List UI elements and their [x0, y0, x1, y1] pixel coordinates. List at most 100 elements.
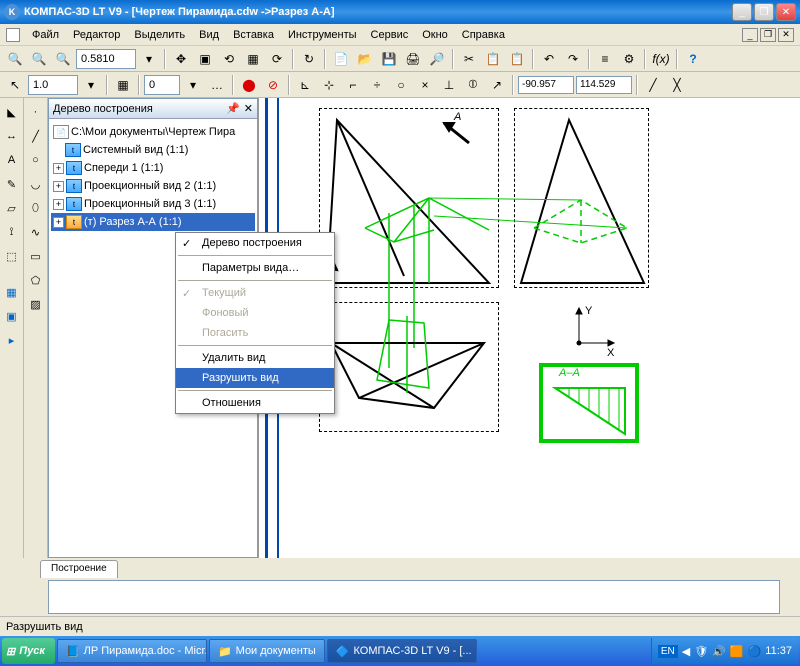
mdi-close[interactable]: ✕ [778, 28, 794, 42]
variables-icon[interactable]: f(x) [650, 48, 672, 70]
mdi-restore[interactable]: ❐ [760, 28, 776, 42]
arc-icon[interactable]: ◡ [26, 174, 46, 194]
view-icon[interactable]: ▣ [2, 306, 22, 326]
ctx-params[interactable]: Параметры вида… [176, 258, 334, 278]
zoom-prev-icon[interactable]: ⟲ [218, 48, 240, 70]
undo-icon[interactable]: ↶ [538, 48, 560, 70]
menu-insert[interactable]: Вставка [227, 27, 280, 43]
redo-icon[interactable]: ↷ [562, 48, 584, 70]
edit-icon[interactable]: ✎ [2, 174, 22, 194]
circle-icon[interactable]: ○ [26, 150, 46, 170]
lang-indicator[interactable]: EN [658, 645, 678, 658]
preview-icon[interactable]: 🔎 [426, 48, 448, 70]
menu-view[interactable]: Вид [193, 27, 225, 43]
props-icon[interactable]: ⚙ [618, 48, 640, 70]
menu-file[interactable]: Файл [26, 27, 65, 43]
minimize-button[interactable]: _ [732, 3, 752, 21]
poly-icon[interactable]: ⬠ [26, 270, 46, 290]
task-word[interactable]: 📘ЛР Пирамида.doc - Micr... [57, 639, 207, 663]
paste-icon[interactable]: 📋 [506, 48, 528, 70]
menu-edit[interactable]: Редактор [67, 27, 126, 43]
close-button[interactable]: ✕ [776, 3, 796, 21]
zoom-dropdown-icon[interactable]: ▾ [138, 48, 160, 70]
open-icon[interactable]: 📂 [354, 48, 376, 70]
ellipse-icon[interactable]: ⬯ [26, 198, 46, 218]
new-icon[interactable]: 📄 [330, 48, 352, 70]
zoom-all-icon[interactable]: ▦ [242, 48, 264, 70]
measure-icon[interactable]: ⟟ [2, 222, 22, 242]
menu-service[interactable]: Сервис [365, 27, 415, 43]
coord-y[interactable]: 114.529 [576, 76, 632, 94]
scale-drop-icon[interactable]: ▾ [80, 74, 102, 96]
layers-icon[interactable]: ≡ [594, 48, 616, 70]
drawing-canvas[interactable]: А А [258, 98, 800, 558]
menu-window[interactable]: Окно [416, 27, 454, 43]
cursor-icon[interactable]: ↖ [4, 74, 26, 96]
hatch-style-icon[interactable]: ╳ [666, 74, 688, 96]
expand-icon[interactable]: + [53, 163, 64, 174]
zoom-out-icon[interactable]: 🔍 [52, 48, 74, 70]
layer-drop-icon[interactable]: ▾ [182, 74, 204, 96]
rotate-icon[interactable]: ⟳ [266, 48, 288, 70]
refresh-icon[interactable]: ↻ [298, 48, 320, 70]
menu-help[interactable]: Справка [456, 27, 511, 43]
fit-icon[interactable]: ▣ [194, 48, 216, 70]
tree-root[interactable]: 📄 C:\Мои документы\Чертеж Пира [51, 123, 255, 141]
tray-icon[interactable]: 🛡 [694, 645, 708, 658]
local-cs-icon[interactable]: ↗ [486, 74, 508, 96]
hatch-icon[interactable]: ▨ [26, 294, 46, 314]
snap-center-icon[interactable]: ○ [390, 74, 412, 96]
spline-icon[interactable]: ∿ [26, 222, 46, 242]
zoom-in-icon[interactable]: 🔍 [28, 48, 50, 70]
expand-icon[interactable]: + [53, 217, 64, 228]
arrow-icon[interactable]: ▸ [2, 330, 22, 350]
rect-icon[interactable]: ▭ [26, 246, 46, 266]
snap-mid-icon[interactable]: ÷ [366, 74, 388, 96]
snap-perp-icon[interactable]: ⊥ [438, 74, 460, 96]
save-icon[interactable]: 💾 [378, 48, 400, 70]
tree-item-system[interactable]: t Системный вид (1:1) [51, 141, 255, 159]
layer-mgr-icon[interactable]: … [206, 74, 228, 96]
point-icon[interactable]: · [26, 102, 46, 122]
param-icon[interactable]: ▱ [2, 198, 22, 218]
copy-icon[interactable]: 📋 [482, 48, 504, 70]
layer-input[interactable] [144, 75, 180, 95]
text-icon[interactable]: A [2, 150, 22, 170]
maximize-button[interactable]: ❐ [754, 3, 774, 21]
menu-select[interactable]: Выделить [128, 27, 191, 43]
tree-item-section[interactable]: + t (т) Разрез А-А (1:1) [51, 213, 255, 231]
task-explorer[interactable]: 📁Мои документы [209, 639, 325, 663]
clock[interactable]: 11:37 [765, 645, 792, 657]
start-button[interactable]: ⊞ Пуск [2, 638, 55, 664]
tree-close-icon[interactable]: ✕ [244, 102, 253, 115]
tray-icon[interactable]: 🟧 [730, 645, 744, 658]
dim-icon[interactable]: ↔ [2, 126, 22, 146]
tree-item-proj2[interactable]: + t Проекционный вид 2 (1:1) [51, 177, 255, 195]
expand-icon[interactable]: + [53, 199, 64, 210]
snap-red-icon[interactable]: ⬤ [238, 74, 260, 96]
help-icon[interactable]: ? [682, 48, 704, 70]
tray-icon[interactable]: 🔵 [748, 645, 762, 658]
ortho-icon[interactable]: ⊾ [294, 74, 316, 96]
snap-icon[interactable]: ⊹ [318, 74, 340, 96]
ctx-delete[interactable]: Удалить вид [176, 348, 334, 368]
cut-icon[interactable]: ✂ [458, 48, 480, 70]
mdi-minimize[interactable]: _ [742, 28, 758, 42]
grid-icon[interactable]: ▦ [112, 74, 134, 96]
tray-icon[interactable]: ◀ [682, 645, 690, 658]
snap-int-icon[interactable]: × [414, 74, 436, 96]
print-icon[interactable]: 🖨 [402, 48, 424, 70]
zoom-input[interactable] [76, 49, 136, 69]
line-style-icon[interactable]: ╱ [642, 74, 664, 96]
geom-icon[interactable]: ◣ [2, 102, 22, 122]
pan-icon[interactable]: ✥ [170, 48, 192, 70]
tray-icon[interactable]: 🔊 [712, 645, 726, 658]
task-kompas[interactable]: 🔷КОМПАС-3D LT V9 - [... [327, 639, 477, 663]
snap-end-icon[interactable]: ⌐ [342, 74, 364, 96]
snap-tan-icon[interactable]: ⦶ [462, 74, 484, 96]
zoom-window-icon[interactable]: 🔍 [4, 48, 26, 70]
tree-item-proj3[interactable]: + t Проекционный вид 3 (1:1) [51, 195, 255, 213]
tab-build[interactable]: Построение [40, 560, 118, 578]
scale-input[interactable] [28, 75, 78, 95]
line-icon[interactable]: ╱ [26, 126, 46, 146]
